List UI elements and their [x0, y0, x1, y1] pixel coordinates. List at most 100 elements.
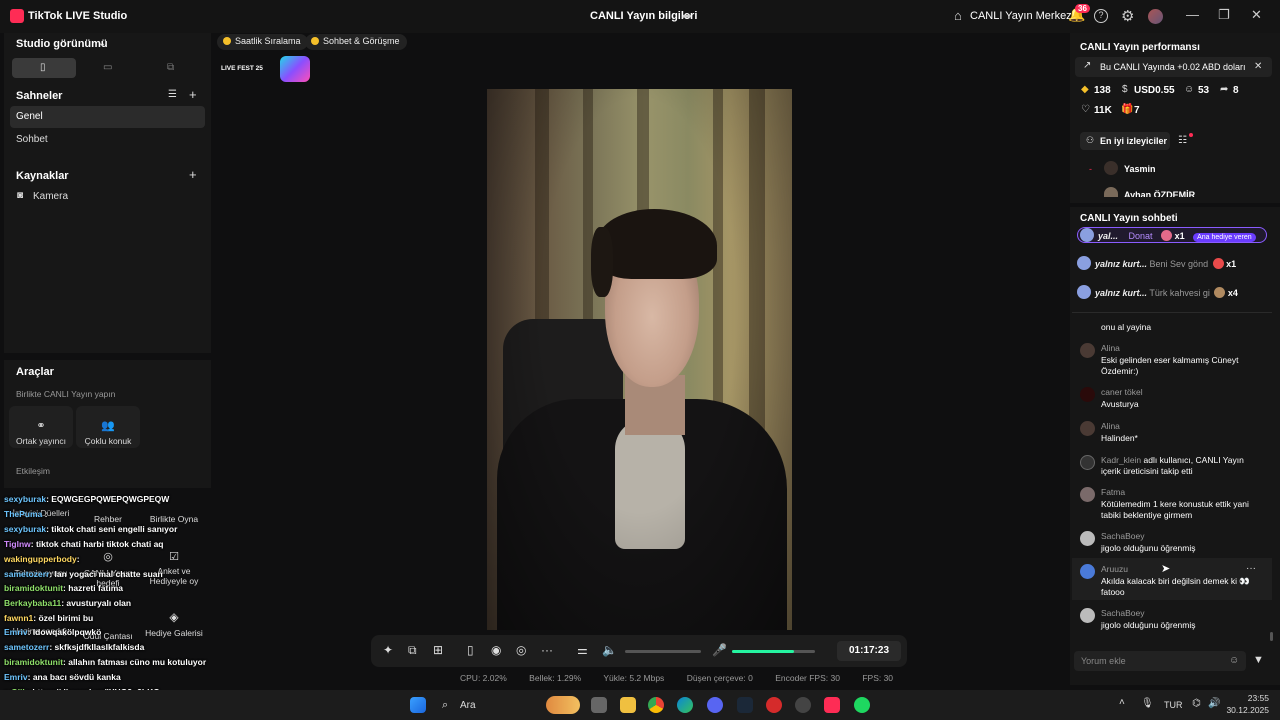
avatar [1080, 531, 1095, 546]
microphone-icon[interactable]: 🎤 [712, 643, 727, 657]
message-author: Kadr_klein [1101, 455, 1142, 465]
top-viewers-label[interactable]: En iyi izleyiciler [1100, 136, 1167, 146]
chat-scrollbar[interactable] [1270, 632, 1273, 641]
overlay-chat-author: sexyburak [4, 494, 47, 504]
message-text: Eski gelinden eser kalmamış Cüneyt Özdem… [1101, 355, 1239, 376]
stream-controls: ✦ ⧉ ⊞ ▯ ◉ ◎ ··· ⚌ 🔈 🎤 01:17:23 [371, 635, 907, 667]
message-text: jigolo olduğunu öğrenmiş [1101, 620, 1196, 630]
avatar[interactable] [1148, 9, 1163, 24]
more-icon[interactable]: ··· [541, 643, 553, 657]
dual-mode-icon[interactable]: ⧉ [167, 62, 174, 73]
chat-message[interactable]: Alina Halinden* [1080, 421, 1265, 445]
chat-title: CANLI Yayın sohbeti [1080, 213, 1178, 224]
chat-message[interactable]: Alina Eski gelinden eser kalmamış Cüneyt… [1080, 343, 1265, 377]
chrome-icon[interactable] [648, 697, 664, 713]
emoji-icon[interactable]: ☺ [1229, 655, 1239, 666]
chat-message[interactable]: onu al yayina [1080, 322, 1265, 334]
pill-label: Sohbet & Görüşme [323, 36, 400, 46]
record-icon[interactable]: ◉ [491, 643, 501, 657]
add-source-icon[interactable]: + [189, 167, 197, 182]
gift-row[interactable]: yalnız kurt... Türk kahvesi gi x4 [1077, 285, 1267, 301]
help-icon[interactable]: ? [1094, 9, 1108, 23]
scene-label[interactable]: Sohbet [16, 134, 48, 145]
chevron-down-icon[interactable]: ⌄ [98, 38, 106, 49]
stat-viewers: 53 [1198, 85, 1210, 96]
add-source-icon[interactable]: ⊞ [433, 643, 443, 657]
top-gifter-badge: Ana hediye veren [1193, 233, 1256, 242]
widget-icon[interactable] [546, 696, 580, 714]
chatgpt-icon[interactable] [795, 697, 811, 713]
tiktok-studio-icon[interactable] [824, 697, 840, 713]
phone-icon[interactable]: ▯ [467, 643, 474, 657]
volume-slider[interactable] [625, 650, 701, 653]
send-icon[interactable]: ▼ [1253, 654, 1264, 666]
maximize-icon[interactable]: ❐ [1218, 7, 1230, 23]
magic-wand-icon[interactable]: ✦ [383, 643, 393, 657]
top-viewer-name[interactable]: Yasmin [1124, 164, 1156, 174]
opera-icon[interactable] [766, 697, 782, 713]
overlay-chat-line: sexyburak: tiktok chati seni engelli san… [4, 524, 177, 534]
clock-time[interactable]: 23:55 [1229, 693, 1269, 703]
gift-sender: yal... [1098, 231, 1119, 241]
screenshot-icon[interactable]: ◎ [516, 643, 526, 657]
live-hub-button[interactable]: CANLI Yayın Merkezi [970, 10, 1074, 22]
follow-notice: Kadr_klein adlı kullanıcı, CANLI Yayın i… [1101, 455, 1261, 477]
windows-start-icon[interactable] [410, 697, 426, 713]
overlay-chat-line: biramidoktunit: hazreti fatıma [4, 583, 123, 593]
gift-row[interactable]: yal... Donat x1 Ana hediye veren [1077, 227, 1267, 243]
overlay-chat-author: ThePuma [4, 509, 43, 519]
chat-message[interactable]: SachaBoey jigolo olduğunu öğrenmiş [1080, 608, 1265, 632]
top-viewer-name[interactable]: Ayhan ÖZDEMİR [1124, 190, 1195, 197]
effects-icon[interactable]: ⧉ [408, 643, 417, 658]
message-author: SachaBoey [1101, 608, 1145, 618]
chat-message[interactable]: caner tökel Avusturya [1080, 387, 1265, 411]
overlay-chat-text: : özel birimi bu [33, 613, 94, 623]
share-icon[interactable]: ➦ [682, 9, 692, 23]
list-icon[interactable]: ☷ [1178, 135, 1187, 146]
volume-icon[interactable]: 🔈 [602, 643, 617, 657]
video-preview[interactable] [487, 89, 792, 630]
chat-meet-pill[interactable]: Sohbet & Görüşme [305, 34, 407, 50]
clock-date[interactable]: 30.12.2025 [1219, 705, 1269, 715]
edge-icon[interactable] [677, 697, 693, 713]
people-icon: 👥 [101, 420, 115, 432]
task-view-icon[interactable] [591, 697, 607, 713]
chat-message[interactable]: Fatma Kötülemedim 1 kere konustuk ettik … [1080, 487, 1265, 523]
spotify-icon[interactable] [854, 697, 870, 713]
language-indicator[interactable]: TUR [1164, 700, 1183, 710]
network-icon[interactable]: ⌬ [1192, 698, 1201, 709]
overlay-chat-author: sametozerr [4, 569, 50, 579]
steam-icon[interactable] [737, 697, 753, 713]
message-text: onu al yayina [1101, 322, 1152, 332]
scene-label[interactable]: Genel [16, 111, 43, 122]
close-icon[interactable]: ✕ [1251, 7, 1262, 23]
tray-chevron-icon[interactable]: ˄ [1119, 697, 1125, 708]
mic-tray-icon[interactable]: 🎙 [1141, 698, 1154, 709]
discord-icon[interactable] [707, 697, 723, 713]
stat-gifts: 7 [1134, 105, 1140, 116]
studio-view-dropdown[interactable]: Studio görünümü [16, 38, 108, 50]
file-explorer-icon[interactable] [620, 697, 636, 713]
chat-message[interactable]: Aruuzu Akılda kalacak biri değilsin deme… [1080, 564, 1265, 598]
sources-title: Kaynaklar [16, 170, 69, 182]
live-fest-logo: LIVE FEST 25 [220, 56, 312, 82]
list-icon[interactable]: ☰ [168, 89, 177, 100]
add-scene-icon[interactable]: + [189, 87, 197, 102]
settings-sliders-icon[interactable]: ⚌ [577, 643, 588, 657]
close-icon[interactable]: ✕ [1254, 61, 1262, 72]
chat-message[interactable]: Kadr_klein adlı kullanıcı, CANLI Yayın i… [1080, 455, 1265, 485]
source-camera[interactable]: Kamera [33, 191, 68, 202]
gear-icon[interactable]: ⚙ [1121, 7, 1134, 25]
chat-message[interactable]: SachaBoey jigolo olduğunu öğrenmiş [1080, 531, 1265, 555]
ranking-icon [223, 37, 231, 45]
minimize-icon[interactable]: — [1186, 7, 1199, 22]
overlay-chat-text: : [76, 554, 80, 564]
gift-row[interactable]: yalnız kurt... Beni Sev gönd x1 [1077, 256, 1267, 272]
hourly-ranking-pill[interactable]: Saatlik Sıralama [217, 34, 308, 50]
diamond-icon: ◆ [1081, 84, 1089, 95]
more-options-icon[interactable]: ··· [1246, 563, 1256, 574]
home-icon[interactable]: ⌂ [954, 8, 962, 23]
phone-portrait-icon: ▯ [40, 62, 46, 73]
landscape-mode-icon[interactable]: ▭ [103, 62, 112, 73]
gift-sender: yalnız kurt... [1095, 259, 1148, 269]
